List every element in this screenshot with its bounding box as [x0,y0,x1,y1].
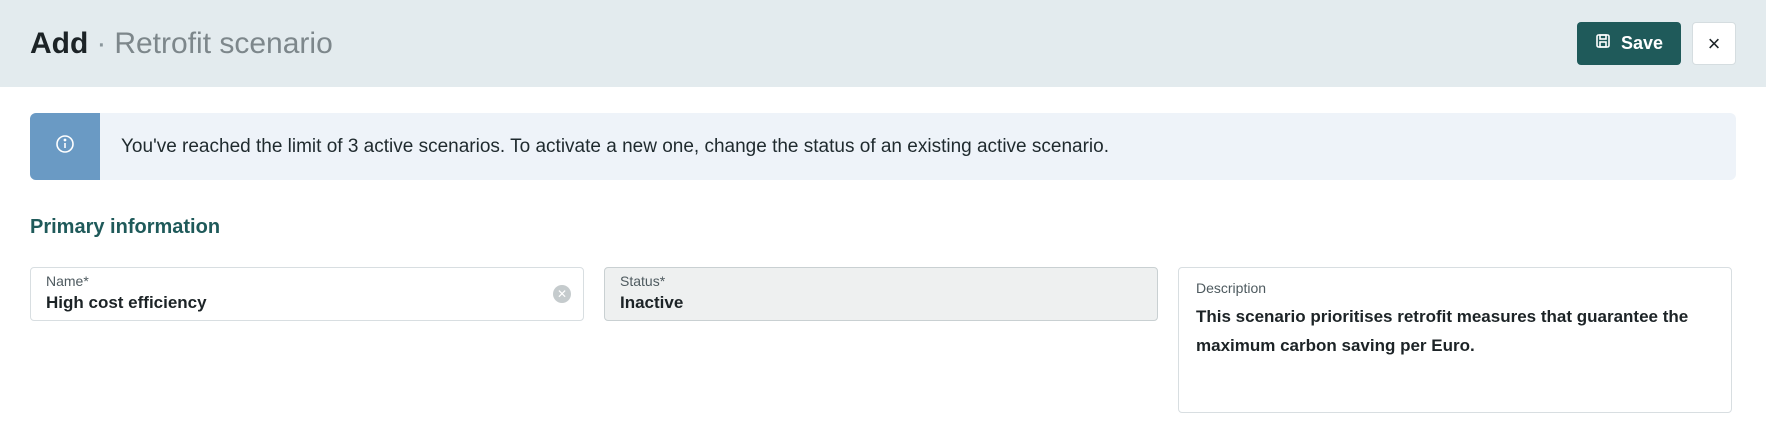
page-title: Add · Retrofit scenario [30,27,333,61]
title-main: Add [30,26,89,60]
status-value[interactable]: Inactive [620,293,1142,313]
fields-row: Name* High cost efficiency ✕ Status* Ina… [30,267,1736,413]
title-subtitle: Retrofit scenario [114,26,333,60]
close-button[interactable]: × [1692,22,1736,65]
save-button[interactable]: Save [1576,22,1681,65]
alert-icon-box [30,113,100,180]
close-icon: × [1707,30,1721,56]
clear-icon[interactable]: ✕ [553,285,571,303]
description-value[interactable]: This scenario prioritises retrofit measu… [1196,302,1714,360]
section-title: Primary information [30,216,221,238]
status-field[interactable]: Status* Inactive [604,267,1158,321]
name-label: Name* [46,273,89,289]
header-actions: Save × [1576,22,1736,65]
description-label: Description [1196,280,1267,296]
save-label: Save [1620,33,1663,53]
status-label: Status* [620,273,666,289]
save-icon [1595,33,1611,54]
info-icon [55,134,75,159]
name-value[interactable]: High cost efficiency [46,293,568,313]
title-separator: · [96,26,107,60]
page-header: Add · Retrofit scenario Save × [0,0,1766,87]
limit-alert: You've reached the limit of 3 active sce… [30,113,1736,180]
description-field[interactable]: Description This scenario prioritises re… [1178,267,1732,413]
form-content: You've reached the limit of 3 active sce… [0,87,1766,413]
alert-message: You've reached the limit of 3 active sce… [121,135,1109,157]
name-field[interactable]: Name* High cost efficiency ✕ [30,267,584,321]
